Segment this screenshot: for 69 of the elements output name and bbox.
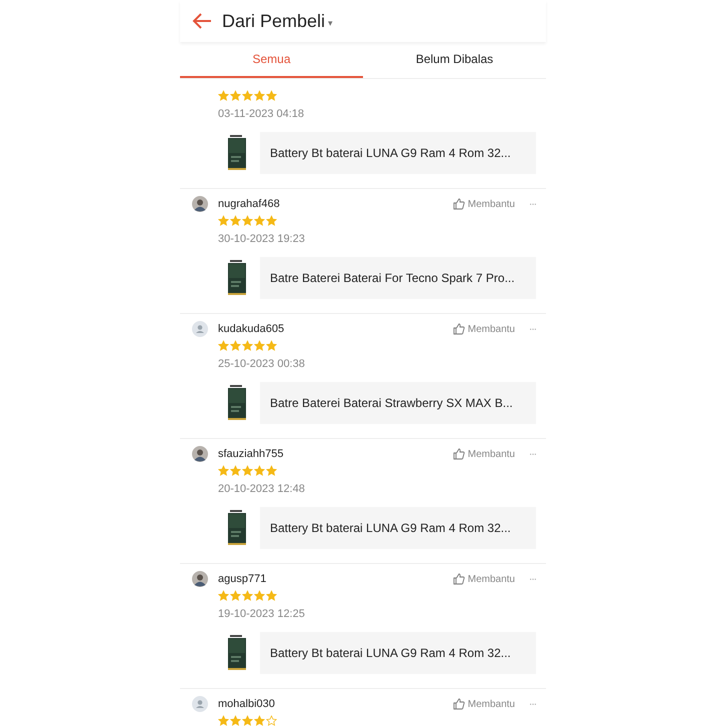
review-date: 19-10-2023 12:25	[218, 608, 306, 620]
star-icon	[266, 340, 277, 350]
product-name[interactable]: Batre Baterei Baterai For Tecno Spark 7 Pro...	[260, 257, 536, 299]
star-icon	[230, 714, 241, 726]
star-icon	[254, 90, 265, 100]
star-icon	[266, 590, 277, 600]
helpful-button[interactable]: Membantu	[452, 323, 515, 335]
avatar-icon	[192, 446, 208, 462]
star-icon	[242, 214, 253, 226]
dropdown-caret[interactable]: ▾	[328, 18, 334, 28]
helpful-button[interactable]: Membantu	[452, 698, 515, 710]
more-button[interactable]: ···	[529, 574, 536, 584]
thumbs-up-icon	[452, 323, 465, 335]
username: nugrahaf468	[218, 198, 281, 210]
star-icon	[254, 714, 265, 726]
more-button[interactable]: ···	[529, 698, 536, 710]
star-icon	[230, 214, 241, 226]
star-icon	[218, 340, 229, 350]
star-icon	[230, 464, 241, 476]
star-icon	[230, 590, 241, 600]
username: kudakuda605	[218, 323, 286, 335]
helpful-button[interactable]: Membantu	[452, 573, 515, 585]
avatar-icon	[192, 696, 208, 712]
star-icon	[266, 464, 277, 476]
star-icon	[218, 90, 229, 100]
page-title[interactable]: Dari Pembeli	[222, 10, 326, 32]
product-name[interactable]: Battery Bt baterai LUNA G9 Ram 4 Rom 32...	[260, 132, 536, 174]
star-icon	[266, 214, 277, 226]
username: agusp771	[218, 573, 268, 585]
back-arrow-icon[interactable]	[192, 12, 212, 30]
star-icon	[266, 90, 277, 100]
review-date: 20-10-2023 12:48	[218, 483, 306, 495]
star-icon	[254, 214, 265, 226]
thumbs-up-icon	[452, 448, 465, 460]
product-name[interactable]: Batre Baterei Baterai Strawberry SX MAX B...	[260, 382, 536, 424]
avatar-icon	[192, 571, 208, 587]
star-icon	[218, 590, 229, 600]
tab[interactable]: Semua	[180, 42, 363, 78]
star-icon	[242, 90, 253, 100]
product-name[interactable]: Battery Bt baterai LUNA G9 Ram 4 Rom 32...	[260, 507, 536, 549]
product-name[interactable]: Battery Bt baterai LUNA G9 Ram 4 Rom 32...	[260, 632, 536, 674]
star-icon	[254, 340, 265, 350]
more-button[interactable]: ···	[529, 198, 536, 210]
star-icon	[218, 464, 229, 476]
star-icon	[242, 590, 253, 600]
thumbs-up-icon	[452, 698, 465, 710]
username: mohalbi030	[218, 698, 276, 710]
helpful-button[interactable]: Membantu	[452, 448, 515, 460]
star-icon	[242, 464, 253, 476]
helpful-button[interactable]: Membantu	[452, 198, 515, 210]
star-icon	[230, 90, 241, 100]
star-icon	[218, 714, 229, 726]
star-icon	[242, 340, 253, 350]
avatar-icon	[192, 196, 208, 212]
avatar-icon	[192, 321, 208, 337]
star-icon	[242, 714, 253, 726]
thumbs-up-icon	[452, 573, 465, 585]
review-date: 25-10-2023 00:38	[218, 358, 306, 370]
more-button[interactable]: ···	[529, 324, 536, 334]
tab[interactable]: Belum Dibalas	[363, 42, 546, 78]
star-icon	[230, 340, 241, 350]
more-button[interactable]: ···	[529, 448, 536, 460]
star-icon	[254, 590, 265, 600]
star-icon	[218, 214, 229, 226]
star-icon	[254, 464, 265, 476]
review-date: 03-11-2023 04:18	[218, 108, 306, 120]
username: sfauziahh755	[218, 448, 284, 460]
thumbs-up-icon	[452, 198, 465, 210]
review-date: 30-10-2023 19:23	[218, 233, 306, 245]
